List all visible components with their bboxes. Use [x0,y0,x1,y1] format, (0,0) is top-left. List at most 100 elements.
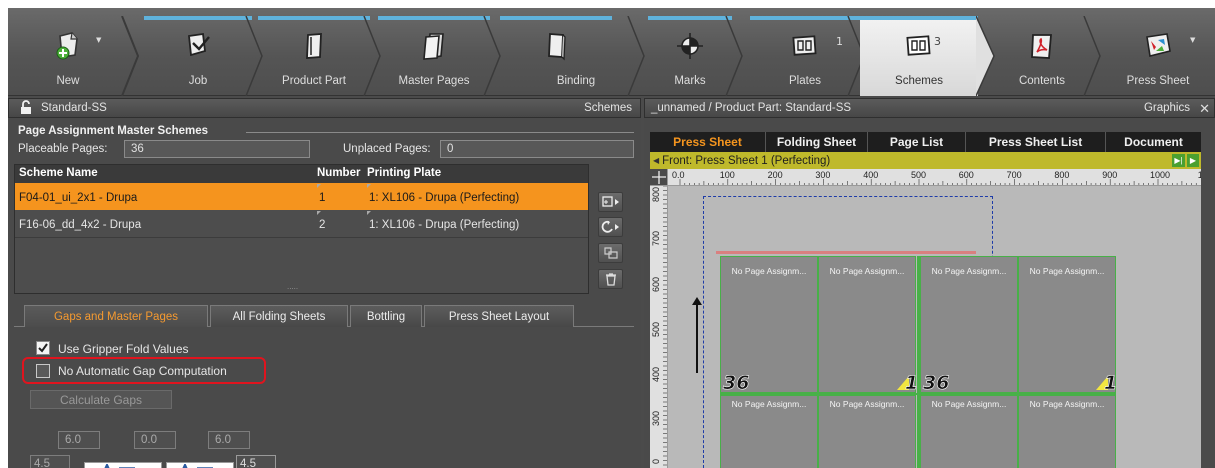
workflow-toolbar: ▼ New Job Product Part Master Pages Bind… [8,8,1215,97]
resize-handle[interactable]: ····· [287,285,298,293]
column-header-printing-plate[interactable]: Printing Plate [367,167,441,179]
view-tab-bar: Press Sheet Folding Sheet Page List Pres… [650,132,1201,152]
ruler-tick-label: 800 [651,187,661,202]
next-sheet-icon[interactable]: ▶ [1187,154,1199,167]
page-number: 1 [1104,372,1118,395]
progress-bar [500,16,612,20]
gap-right-field[interactable]: 6.0 [208,431,250,449]
tab-master-pages-label: Master Pages [398,75,470,87]
page-cell[interactable]: No Page Assignm... [1018,395,1116,468]
ruler-tick-label: 300 [651,411,661,426]
section-title: Page Assignment Master Schemes [18,125,209,137]
column-header-number[interactable]: Number [317,167,360,179]
tab-page-list-view[interactable]: Page List [868,132,966,152]
tab-folding-sheet-view[interactable]: Folding Sheet [766,132,868,152]
page-cell[interactable]: No Page Assignm... [818,256,916,393]
table-row[interactable]: F16-06_dd_4x2 - Drupa 2 1: XL106 - Drupa… [15,210,588,237]
page-preview-icon [84,462,162,468]
binding-icon [500,28,612,64]
gap-inner-field[interactable]: 4.5 [236,455,276,468]
page-cell[interactable]: No Page Assignm... [1018,256,1116,393]
close-icon[interactable]: ✕ [1199,101,1210,117]
scheme-options-button[interactable] [598,243,623,263]
plates-count: 1 [836,35,843,48]
previous-sheet-icon[interactable]: ◀ [653,156,659,165]
column-header-scheme-name[interactable]: Scheme Name [19,167,98,179]
ruler-tick-label: 100 [720,170,735,180]
placeable-pages-field[interactable]: 36 [124,140,310,158]
gap-left-field[interactable]: 4.5 [30,455,70,468]
press-sheet-button[interactable]: ▼ Press Sheet [1108,16,1208,96]
gripper-edge [716,251,976,254]
press-sheet-canvas[interactable]: No Page Assignm... No Page Assignm... No… [668,186,1201,468]
use-gripper-fold-checkbox[interactable] [36,341,50,355]
progress-bar [750,16,860,20]
ruler-tick-label: 0.0 [672,170,685,180]
toolbar-separator [626,15,648,97]
tab-binding[interactable]: Binding [500,16,612,96]
options-tab-bar: Gaps and Master Pages All Folding Sheets… [14,305,634,327]
gap-middle-field[interactable]: 0.0 [134,431,176,449]
progress-bar [860,16,978,20]
unplaced-pages-field[interactable]: 0 [440,140,634,158]
ruler-tick-label: 600 [651,277,661,292]
job-icon [144,28,252,64]
trash-icon [605,273,616,286]
gap-top-field[interactable]: 6.0 [58,431,100,449]
tab-press-sheet-list-view[interactable]: Press Sheet List [966,132,1106,152]
press-sheet-dropdown-icon[interactable]: ▼ [1190,36,1195,44]
sheet-label: Front: Press Sheet 1 (Perfecting) [662,154,831,167]
tab-marks-label: Marks [674,75,706,87]
cell-label: No Page Assignm... [829,266,905,276]
delete-scheme-button[interactable] [598,269,623,289]
panel-title: _unnamed / Product Part: Standard-SS [651,102,852,114]
tab-job-label: Job [188,75,208,87]
tab-all-folding-sheets[interactable]: All Folding Sheets [210,305,348,327]
lock-icon[interactable] [19,100,33,118]
tab-schemes[interactable]: 3 Schemes [860,16,978,96]
ruler-tick-label: 400 [651,367,661,382]
tab-bottling[interactable]: Bottling [350,305,422,327]
new-button[interactable]: ▼ New [14,16,122,96]
direction-arrow [696,299,698,373]
grid-options-icon [603,247,618,259]
tab-gaps-and-master-pages[interactable]: Gaps and Master Pages [24,305,208,327]
page-cell[interactable]: No Page Assignm... [920,395,1018,468]
schemes-count: 3 [934,35,941,48]
tab-press-sheet-view[interactable]: Press Sheet [650,132,766,152]
page-cell[interactable]: No Page Assignm... [720,395,818,468]
tab-job[interactable]: Job [144,16,252,96]
page-cell[interactable]: No Page Assignm... [818,395,916,468]
refresh-scheme-button[interactable] [598,217,623,237]
tab-schemes-label: Schemes [895,75,943,87]
app-window: ▼ New Job Product Part Master Pages Bind… [8,8,1215,468]
cell-label: No Page Assignm... [931,266,1007,276]
no-automatic-gap-checkbox[interactable] [36,364,50,378]
add-scheme-button[interactable] [598,192,623,212]
new-dropdown-icon[interactable]: ▼ [96,36,101,44]
last-sheet-icon[interactable]: ▶| [1172,154,1185,167]
tab-press-sheet-layout[interactable]: Press Sheet Layout [424,305,574,327]
calculate-gaps-button[interactable]: Calculate Gaps [30,390,172,409]
table-row[interactable]: F04-01_ui_2x1 - Drupa 1 1: XL106 - Drupa… [15,183,588,210]
page-number: 36 [923,372,950,395]
tab-plates[interactable]: 1 Plates [750,16,860,96]
press-sheet-label: Press Sheet [1126,75,1190,87]
ruler-tick-label: 800 [1054,170,1069,180]
fold-line [917,256,920,468]
schemes-icon [860,28,978,64]
printing-plate-cell: 1: XL106 - Drupa (Perfecting) [369,219,520,231]
tab-marks[interactable]: Marks [648,16,732,96]
press-sheet-icon [1108,28,1208,64]
ruler-tick-label: 500 [911,170,926,180]
tab-contents-label: Contents [1018,75,1066,87]
tab-product-part-label: Product Part [282,75,346,87]
schemes-table: Scheme Name Number Printing Plate F04-01… [14,164,589,294]
horizontal-ruler: 0.0 100 200 300 400 500 600 700 800 900 1000 1100 [650,169,1201,186]
tab-document-view[interactable]: Document [1106,132,1201,152]
cell-flag-icon [317,211,321,215]
row-divider [15,237,588,238]
tab-contents[interactable]: Contents [994,16,1090,96]
tab-product-part[interactable]: Product Part [258,16,370,96]
tab-master-pages[interactable]: Master Pages [378,16,490,96]
